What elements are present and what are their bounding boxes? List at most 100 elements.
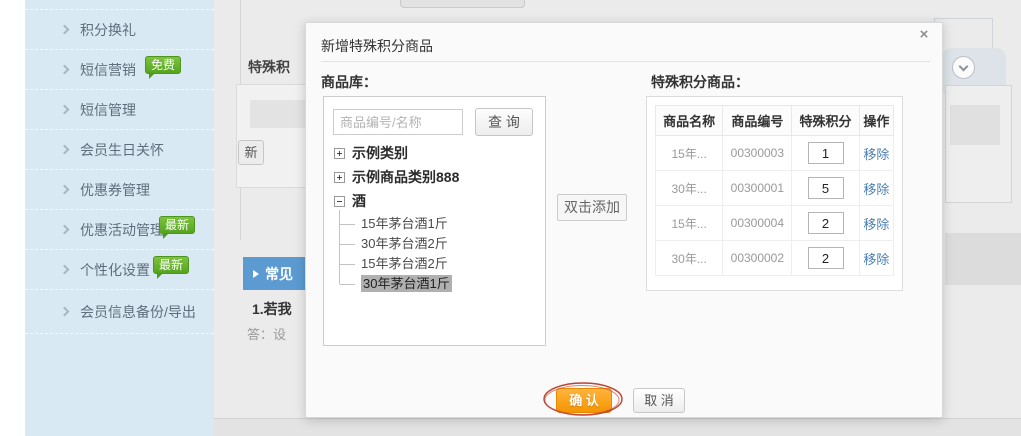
screen: 积分换礼 短信营销 免费 短信管理 会员生日关怀 优惠券管理 优惠活动管理 最新…: [0, 0, 1021, 436]
product-tree: 示例类别 示例商品类别888 酒 15年茅台酒1斤 30年茅台酒2斤: [334, 141, 541, 294]
query-button[interactable]: 查 询: [475, 108, 533, 136]
chevron-right-icon: [60, 65, 70, 75]
action-cell: 移除: [859, 171, 893, 206]
sidebar-item-label: 短信管理: [80, 100, 136, 120]
points-input[interactable]: [808, 212, 844, 234]
background-section-label: 特殊积: [248, 57, 290, 77]
remove-link[interactable]: 移除: [863, 252, 889, 267]
product-name-cell: 15年...: [656, 206, 723, 241]
sidebar-item-label: 个性化设置: [80, 260, 150, 280]
collapse-icon[interactable]: [334, 196, 345, 207]
chevron-right-icon: [60, 145, 70, 155]
column-header-points: 特殊积分: [792, 106, 859, 136]
product-code-cell: 00300002: [723, 241, 792, 276]
tree-node-wine[interactable]: 酒: [334, 189, 541, 213]
tree-node-sample-category[interactable]: 示例类别: [334, 141, 541, 165]
product-name-cell: 15年...: [656, 136, 723, 171]
collapse-toggle-button: [952, 56, 975, 79]
action-cell: 移除: [859, 136, 893, 171]
points-cell: [792, 206, 859, 241]
column-header-code: 商品编号: [723, 106, 792, 136]
points-cell: [792, 241, 859, 276]
column-header-action: 操作: [859, 106, 893, 136]
sidebar-item-member-backup-export[interactable]: 会员信息备份/导出: [25, 290, 214, 334]
table-row: 30年... 00300002 移除: [656, 241, 894, 276]
sidebar-item-label: 短信营销: [80, 60, 136, 80]
table-row: 30年... 00300001 移除: [656, 171, 894, 206]
product-name-cell: 30年...: [656, 171, 723, 206]
close-icon[interactable]: ×: [916, 27, 932, 43]
chevron-right-icon: [60, 105, 70, 115]
cancel-button[interactable]: 取 消: [633, 388, 685, 413]
remove-link[interactable]: 移除: [863, 147, 889, 162]
add-special-points-product-dialog: × 新增特殊积分商品 商品库： 特殊积分商品： 查 询 示例类别 示例商品类别8…: [305, 22, 943, 418]
sidebar-item-sms-marketing[interactable]: 短信营销 免费: [25, 50, 214, 90]
points-cell: [792, 171, 859, 206]
sidebar-item-member-birthday[interactable]: 会员生日关怀: [25, 130, 214, 170]
background-footer-strip: [214, 418, 1021, 436]
sidebar-item-promo-management[interactable]: 优惠活动管理 最新: [25, 210, 214, 250]
sidebar-item-coupon-management[interactable]: 优惠券管理: [25, 170, 214, 210]
action-cell: 移除: [859, 241, 893, 276]
sidebar-item-label: 优惠券管理: [80, 180, 150, 200]
product-search-input[interactable]: [333, 109, 463, 135]
background-panel: [945, 233, 1021, 285]
sidebar: 积分换礼 短信营销 免费 短信管理 会员生日关怀 优惠券管理 优惠活动管理 最新…: [25, 0, 214, 436]
points-input[interactable]: [808, 247, 844, 269]
faq-question-text: 1.若我: [252, 299, 292, 319]
action-cell: 移除: [859, 206, 893, 241]
sidebar-item-label: 优惠活动管理: [80, 220, 164, 240]
new-badge: 最新: [153, 256, 189, 274]
background-new-button-partial: 新: [238, 140, 264, 165]
selected-products-table: 商品名称 商品编号 特殊积分 操作 15年... 00300003: [655, 105, 894, 276]
sidebar-item-points-exchange[interactable]: 积分换礼: [25, 10, 214, 50]
tree-node-sample-category-888[interactable]: 示例商品类别888: [334, 165, 541, 189]
title-divider: [321, 61, 930, 62]
selected-products-label: 特殊积分商品：: [651, 72, 749, 92]
product-code-cell: 00300004: [723, 206, 792, 241]
sidebar-item-label: 会员生日关怀: [80, 140, 164, 160]
product-library-panel: 查 询 示例类别 示例商品类别888 酒 15年茅台酒1斤: [323, 96, 546, 346]
product-library-label: 商品库：: [321, 72, 377, 92]
chevron-right-icon: [60, 185, 70, 195]
chevron-right-icon: [60, 265, 70, 275]
sidebar-item-personalization[interactable]: 个性化设置 最新: [25, 250, 214, 290]
expand-icon[interactable]: [334, 172, 345, 183]
sidebar-item-label: 积分换礼: [80, 20, 136, 40]
product-code-cell: 00300003: [723, 136, 792, 171]
double-click-add-button[interactable]: 双击添加: [557, 194, 627, 221]
free-badge: 免费: [145, 56, 181, 74]
selected-products-panel: 商品名称 商品编号 特殊积分 操作 15年... 00300003: [646, 96, 903, 291]
table-row: 15年... 00300004 移除: [656, 206, 894, 241]
chevron-right-icon: [60, 307, 70, 317]
points-input[interactable]: [808, 142, 844, 164]
tree-leaf-product[interactable]: 30年茅台酒2斤: [339, 234, 541, 254]
tree-children: 15年茅台酒1斤 30年茅台酒2斤 15年茅台酒2斤 30年茅台酒1斤: [339, 213, 541, 294]
tree-leaf-product[interactable]: 15年茅台酒2斤: [339, 254, 541, 274]
product-name-cell: 30年...: [656, 241, 723, 276]
triangle-right-icon: [253, 270, 259, 278]
faq-header-bar: 常见: [243, 257, 306, 290]
chevron-right-icon: [60, 225, 70, 235]
chevron-right-icon: [60, 25, 70, 35]
chevron-down-icon: [959, 61, 969, 71]
sidebar-item-label: 会员信息备份/导出: [80, 302, 196, 322]
expand-icon[interactable]: [334, 148, 345, 159]
background-button-partial: [400, 0, 525, 8]
points-cell: [792, 136, 859, 171]
background-field: [950, 105, 1000, 145]
faq-header-label: 常见: [265, 264, 293, 284]
confirm-button[interactable]: 确 认: [556, 388, 612, 413]
tree-leaf-product-selected[interactable]: 30年茅台酒1斤: [339, 274, 541, 294]
sidebar-item-sms-management[interactable]: 短信管理: [25, 90, 214, 130]
tree-leaf-product[interactable]: 15年茅台酒1斤: [339, 214, 541, 234]
background-field: [250, 100, 305, 128]
table-header-row: 商品名称 商品编号 特殊积分 操作: [656, 106, 894, 136]
product-code-cell: 00300001: [723, 171, 792, 206]
points-input[interactable]: [808, 177, 844, 199]
table-row: 15年... 00300003 移除: [656, 136, 894, 171]
remove-link[interactable]: 移除: [863, 182, 889, 197]
dialog-title: 新增特殊积分商品: [321, 36, 433, 56]
remove-link[interactable]: 移除: [863, 217, 889, 232]
column-header-name: 商品名称: [656, 106, 723, 136]
